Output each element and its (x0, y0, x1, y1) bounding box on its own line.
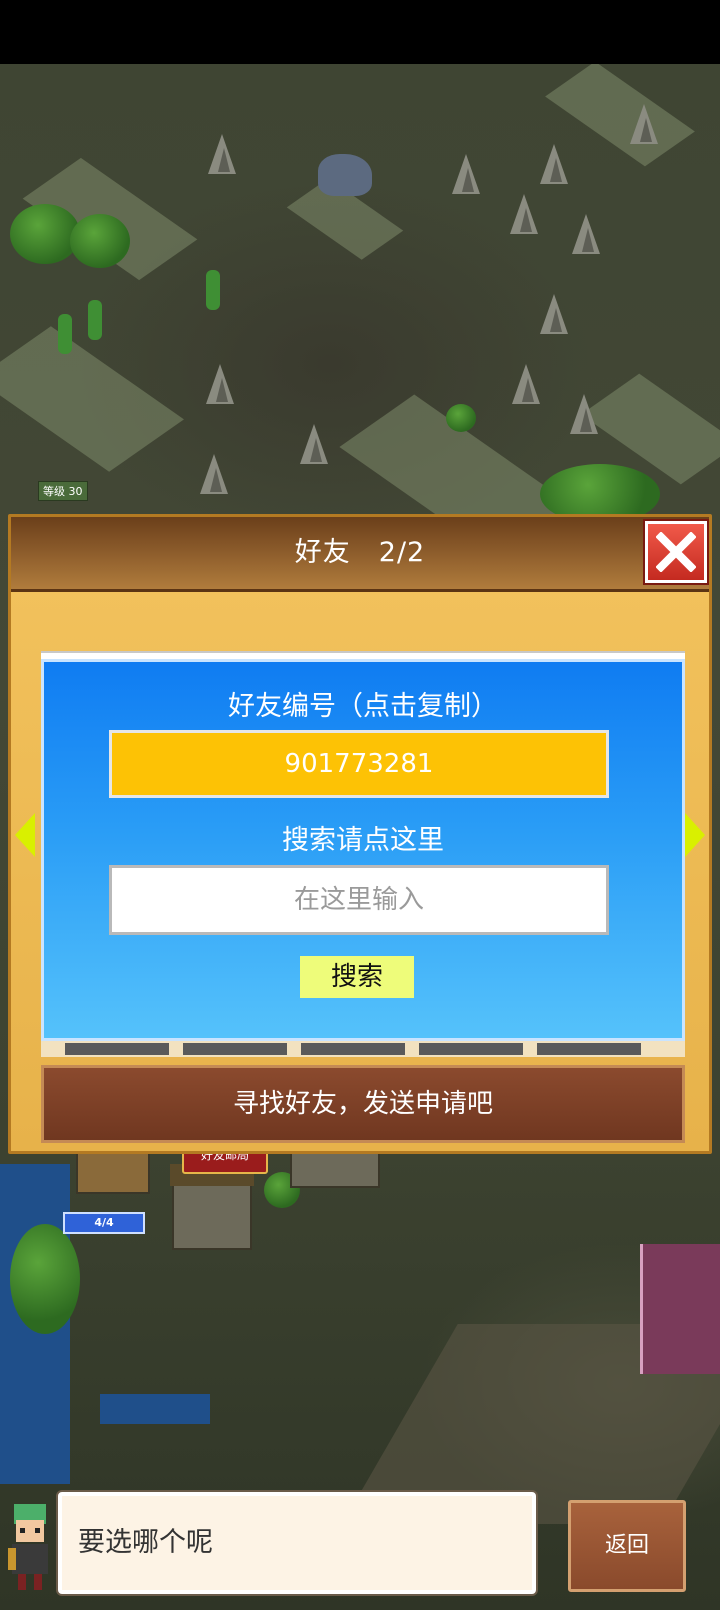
palm-tree (70, 214, 130, 268)
mountain-rock (540, 294, 568, 334)
friend-id-panel: 好友编号（点击复制） 901773281 搜索请点这里 在这里输入 搜索 (41, 659, 685, 1041)
mountain-rock (452, 154, 480, 194)
status-bar (0, 0, 720, 64)
side-building[interactable] (640, 1244, 720, 1374)
mountain-rock (200, 454, 228, 494)
prev-page-arrow-icon[interactable] (15, 813, 35, 857)
friend-post-office[interactable] (170, 1164, 254, 1250)
mountain-rock (512, 364, 540, 404)
level-label: 等级 30 (38, 481, 88, 501)
search-button[interactable]: 搜索 (300, 956, 414, 998)
mountain-rock (300, 424, 328, 464)
cactus (206, 270, 220, 310)
find-friends-button[interactable]: 寻找好友，发送申请吧 (41, 1065, 685, 1143)
mountain-rock (206, 364, 234, 404)
mountain-rock (208, 134, 236, 174)
speech-text: 要选哪个呢 (78, 1527, 213, 1558)
close-button[interactable] (645, 521, 707, 583)
friend-slot[interactable] (537, 1043, 641, 1055)
mountain-rock (540, 144, 568, 184)
friend-id-copy-box[interactable]: 901773281 (109, 730, 609, 798)
cactus (88, 300, 102, 340)
search-label: 搜索请点这里 (282, 825, 444, 856)
dialog-title: 好友 2/2 (294, 537, 426, 568)
mountain-rock (572, 214, 600, 254)
pond (100, 1394, 210, 1424)
friend-slot[interactable] (419, 1043, 523, 1055)
close-icon (656, 532, 696, 572)
capacity-bar: 4/4 (63, 1212, 145, 1234)
advisor-character-icon (8, 1504, 48, 1590)
boulder (318, 154, 372, 196)
friends-dialog: 好友 2/2 好友编号（点击复制） 901773281 搜索请点这里 在这里输入… (8, 514, 712, 1154)
friend-slot[interactable] (301, 1043, 405, 1055)
tree (10, 1224, 80, 1334)
mountain-rock (570, 394, 598, 434)
mountain-rock (630, 104, 658, 144)
next-page-arrow-icon[interactable] (685, 813, 705, 857)
palm-tree (10, 204, 80, 264)
speech-bubble: 要选哪个呢 (58, 1492, 536, 1594)
mountain-rock (510, 194, 538, 234)
friend-slot[interactable] (65, 1043, 169, 1055)
search-input[interactable]: 在这里输入 (109, 865, 609, 935)
grass-tile (0, 326, 184, 472)
tree (446, 404, 476, 432)
friend-id-label: 好友编号（点击复制） (228, 691, 498, 722)
friend-slot[interactable] (183, 1043, 287, 1055)
back-button[interactable]: 返回 (568, 1500, 686, 1592)
friend-slots-bottom (41, 1041, 685, 1057)
advisor-avatar (4, 1498, 56, 1594)
cactus (58, 314, 72, 354)
